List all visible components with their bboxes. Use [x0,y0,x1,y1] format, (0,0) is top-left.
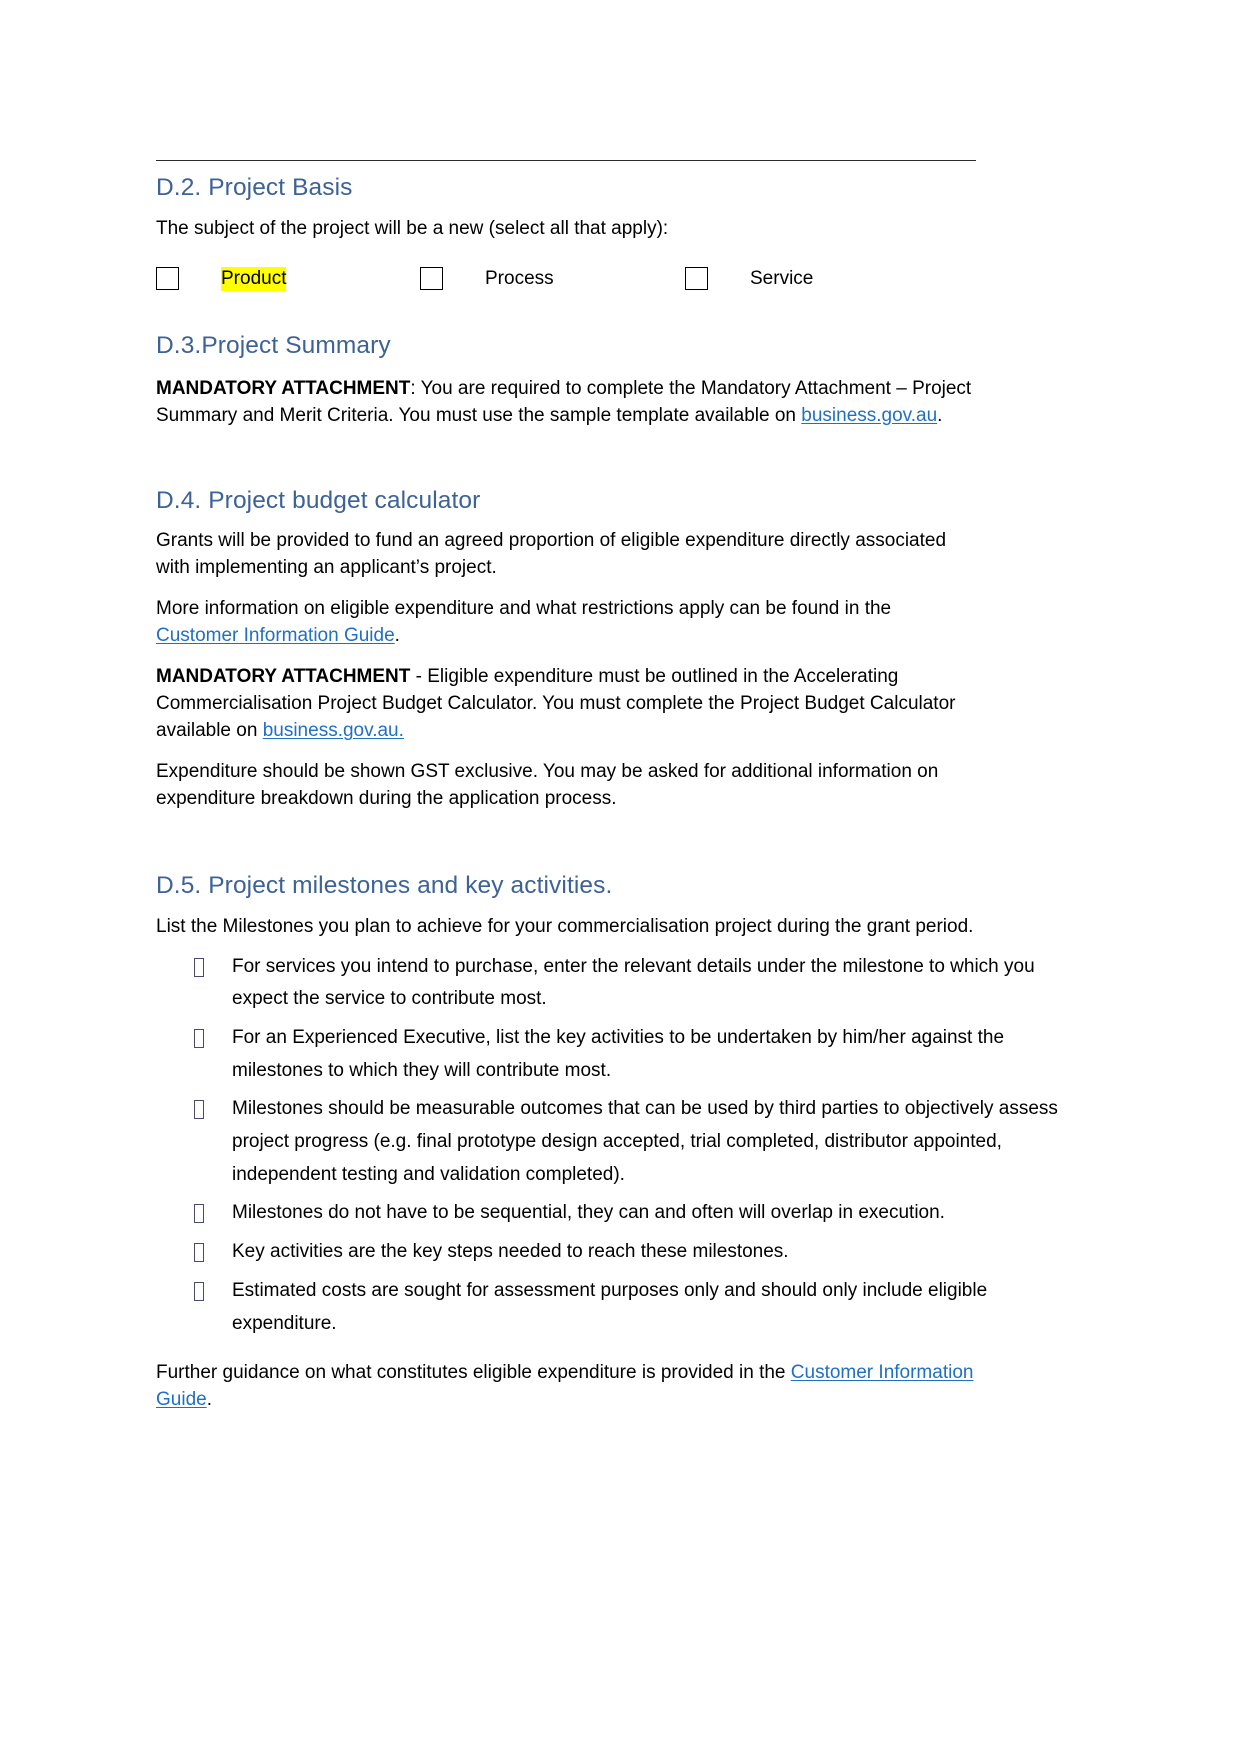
link-business-gov-au-d4[interactable]: business.gov.au. [263,720,404,741]
link-business-gov-au-d3[interactable]: business.gov.au [801,405,937,426]
d3-bold-lead: MANDATORY ATTACHMENT [156,377,411,399]
d3-text-after-link: . [937,404,943,426]
list-item-text: Milestones should be measurable outcomes… [232,1098,1058,1185]
bullet-box-icon [194,1029,204,1049]
bullet-box-icon [194,957,204,977]
checkbox-process[interactable] [420,267,443,291]
document-page: D.2. Project Basis The subject of the pr… [0,0,1241,1754]
option-service[interactable]: Service [685,267,925,292]
header-divider [156,160,976,161]
section-heading-d4: D.4. Project budget calculator [156,486,481,514]
option-label-product: Product [221,266,287,292]
section-heading-d5: D.5. Project milestones and key activiti… [156,872,613,900]
option-process[interactable]: Process [420,267,685,292]
list-item: For an Experienced Executive, list the k… [156,1022,1085,1087]
list-item: For services you intend to purchase, ent… [156,951,1085,1016]
option-label-process: Process [485,267,554,289]
d5-closing-paragraph: Further guidance on what constitutes eli… [156,1360,986,1414]
d4-bold-lead: MANDATORY ATTACHMENT [156,666,411,688]
list-item-text: For services you intend to purchase, ent… [232,955,1035,1010]
bullet-box-icon [194,1281,204,1301]
list-item: Estimated costs are sought for assessmen… [156,1275,1085,1340]
d5-closing-text-after-link: . [206,1389,212,1411]
d4-mandatory-attachment-paragraph: MANDATORY ATTACHMENT - Eligible expendit… [156,664,974,745]
option-label-service: Service [750,267,814,289]
d2-intro-text: The subject of the project will be a new… [156,217,669,239]
bullet-box-icon [194,1204,204,1224]
d4-p2-text-after-link: . [394,625,400,647]
list-item: Milestones should be measurable outcomes… [156,1093,1085,1191]
d3-mandatory-attachment-paragraph: MANDATORY ATTACHMENT: You are required t… [156,376,974,430]
list-item: Milestones do not have to be sequential,… [156,1197,1085,1230]
checkbox-product[interactable] [156,267,179,291]
list-item-text: Key activities are the key steps needed … [232,1241,789,1263]
list-item-text: For an Experienced Executive, list the k… [232,1027,1005,1081]
section-heading-d2: D.2. Project Basis [156,174,353,201]
d4-paragraph-grants: Grants will be provided to fund an agree… [156,530,947,579]
link-customer-information-guide-d4[interactable]: Customer Information Guide [156,625,395,646]
milestone-guidance-list: For services you intend to purchase, ent… [156,951,1085,1340]
list-item: Key activities are the key steps needed … [156,1236,1085,1269]
project-basis-options: Product Process Service [156,266,976,292]
bullet-box-icon [194,1100,204,1120]
checkbox-service[interactable] [685,267,708,291]
bullet-box-icon [194,1243,204,1263]
section-heading-d3: D.3.Project Summary [156,332,391,360]
d4-paragraph-gst: Expenditure should be shown GST exclusiv… [156,761,939,810]
list-item-text: Milestones do not have to be sequential,… [232,1202,945,1224]
d4-paragraph-more-information: More information on eligible expenditure… [156,596,974,650]
list-item-text: Estimated costs are sought for assessmen… [232,1279,988,1334]
d4-p2-text-before-link: More information on eligible expenditure… [156,598,892,620]
option-product[interactable]: Product [156,266,420,292]
d5-closing-text-before-link: Further guidance on what constitutes eli… [156,1362,791,1384]
d5-intro-text: List the Milestones you plan to achieve … [156,915,974,937]
